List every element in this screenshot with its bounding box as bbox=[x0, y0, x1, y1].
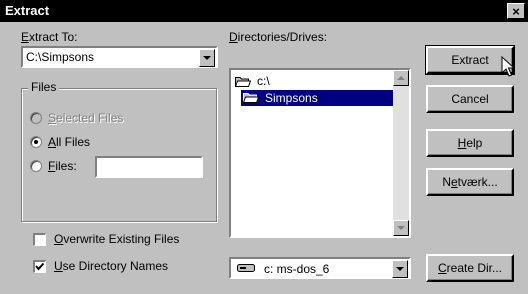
close-icon: × bbox=[512, 4, 520, 19]
files-groupbox bbox=[21, 88, 217, 222]
chevron-down-icon bbox=[397, 226, 405, 230]
open-folder-icon bbox=[235, 77, 251, 87]
directory-item-label: c:\ bbox=[257, 74, 270, 88]
drive-combobox[interactable]: c: ms-dos_6 bbox=[229, 257, 411, 279]
directories-listbox[interactable]: c:\ Simpsons bbox=[229, 68, 411, 238]
use-directory-names-label: Use Directory Names bbox=[54, 259, 169, 273]
use-directory-names-checkbox[interactable]: Use Directory Names bbox=[33, 259, 223, 275]
radio-all-files[interactable]: All Files bbox=[30, 135, 200, 151]
create-dir-button-label: Create Dir... bbox=[437, 261, 503, 275]
help-button[interactable]: Help bbox=[426, 129, 514, 157]
network-button-label: Netværk... bbox=[442, 175, 498, 189]
radio-dot-icon bbox=[34, 140, 38, 144]
overwrite-checkbox[interactable]: Overwrite Existing Files bbox=[33, 232, 223, 248]
radio-files-control[interactable] bbox=[30, 160, 42, 172]
directories-scrollbar[interactable] bbox=[393, 70, 409, 236]
title-bar[interactable]: Extract × bbox=[0, 0, 528, 22]
radio-all-files-control[interactable] bbox=[30, 136, 42, 148]
checkmark-icon bbox=[35, 262, 45, 271]
radio-files[interactable]: Files: bbox=[30, 159, 90, 175]
extract-to-dropdown-button[interactable] bbox=[199, 49, 215, 67]
scroll-up-button[interactable] bbox=[393, 70, 409, 86]
overwrite-checkbox-box[interactable] bbox=[33, 233, 46, 246]
files-pattern-input[interactable] bbox=[95, 156, 203, 178]
directory-item-label: Simpsons bbox=[265, 91, 318, 105]
chevron-down-icon bbox=[203, 56, 211, 60]
drive-dropdown-button[interactable] bbox=[392, 260, 408, 278]
mouse-cursor-icon bbox=[501, 56, 515, 77]
extract-button-label: Extract bbox=[451, 53, 489, 67]
extract-to-label: Extract To: bbox=[21, 30, 78, 44]
radio-selected-files[interactable]: Selected Files bbox=[30, 111, 200, 127]
help-button-label: Help bbox=[457, 136, 483, 150]
chevron-down-icon bbox=[396, 267, 404, 271]
close-button[interactable]: × bbox=[507, 3, 525, 19]
scroll-down-button[interactable] bbox=[393, 220, 409, 236]
open-folder-icon bbox=[243, 93, 259, 103]
files-group-title: Files bbox=[28, 80, 60, 94]
create-dir-button[interactable]: Create Dir... bbox=[426, 254, 514, 282]
extract-to-combobox[interactable]: C:\Simpsons bbox=[21, 46, 218, 68]
extract-to-value: C:\Simpsons bbox=[26, 50, 95, 64]
window-title: Extract bbox=[5, 3, 50, 18]
cancel-button-label: Cancel bbox=[451, 92, 489, 106]
chevron-up-icon bbox=[397, 76, 405, 80]
drive-icon bbox=[237, 264, 255, 272]
radio-selected-files-control[interactable] bbox=[30, 112, 42, 124]
radio-selected-files-label: Selected Files bbox=[48, 111, 124, 125]
drive-value: c: ms-dos_6 bbox=[264, 262, 330, 276]
radio-all-files-label: All Files bbox=[48, 135, 91, 149]
directory-item[interactable]: c:\ bbox=[235, 74, 375, 89]
use-directory-names-checkbox-box[interactable] bbox=[33, 260, 46, 273]
network-button[interactable]: Netværk... bbox=[426, 168, 514, 196]
directory-item-selected[interactable]: Simpsons bbox=[241, 90, 393, 106]
cancel-button[interactable]: Cancel bbox=[426, 85, 514, 113]
directories-label: Directories/Drives: bbox=[229, 30, 328, 44]
overwrite-label: Overwrite Existing Files bbox=[54, 232, 180, 246]
radio-files-label: Files: bbox=[48, 159, 77, 173]
